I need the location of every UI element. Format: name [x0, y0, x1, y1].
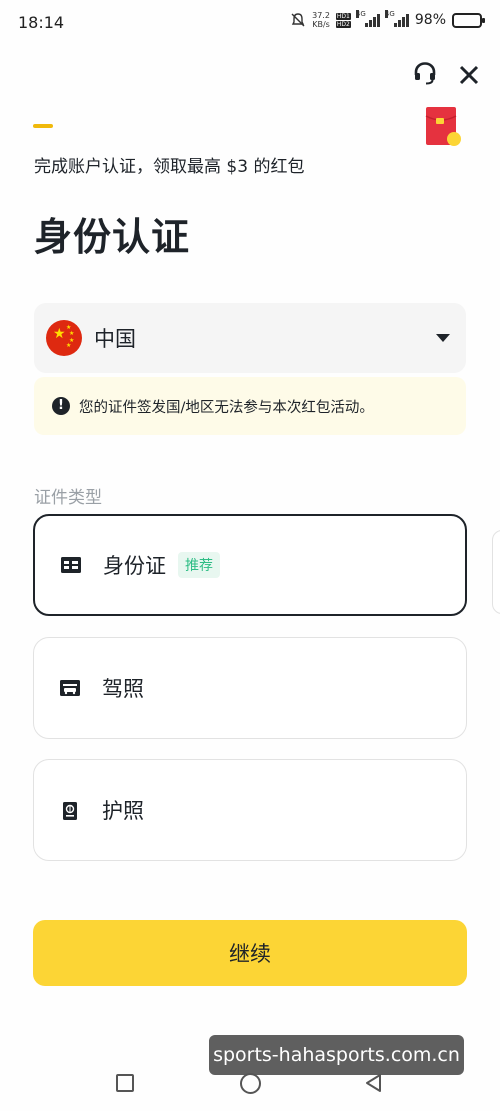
bell-off-icon [290, 12, 306, 28]
recommend-badge: 推荐 [178, 552, 220, 578]
warning-text: 您的证件签发国/地区无法参与本次红包活动。 [79, 399, 374, 416]
signal-2-label: 4G [384, 10, 395, 18]
status-icons: 37.2 KB/s HD1 HD2 4G 4G 98% [290, 10, 485, 29]
red-packet-icon[interactable] [424, 106, 462, 148]
continue-button[interactable]: 继续 [33, 920, 467, 986]
battery-percent: 98% [414, 12, 446, 28]
doc-option-label: 护照 [102, 799, 144, 823]
doc-option-driver-license[interactable]: 驾照 [33, 637, 467, 739]
side-edge-hint [492, 530, 500, 614]
doc-option-passport[interactable]: 护照 [33, 759, 467, 861]
headset-icon[interactable] [412, 60, 438, 86]
net-speed-unit: KB/s [312, 20, 330, 29]
close-icon[interactable] [456, 62, 482, 88]
signal-icon-2: 4G [384, 10, 409, 27]
signal-icon-1: 4G [355, 10, 380, 27]
recent-apps-icon[interactable] [116, 1074, 134, 1092]
doc-type-label: 证件类型 [34, 488, 102, 508]
battery-icon [452, 12, 485, 28]
net-speed-value: 37.2 [312, 11, 330, 20]
warning-notice: ! 您的证件签发国/地区无法参与本次红包活动。 [34, 377, 466, 435]
doc-option-label: 驾照 [102, 677, 144, 701]
status-time: 18:14 [18, 13, 65, 32]
alert-icon: ! [52, 397, 70, 415]
caret-down-icon [436, 334, 450, 342]
hd-badge: HD1 HD2 [335, 12, 351, 28]
driver-license-icon [60, 680, 80, 696]
china-flag-icon: ★ ★ ★ ★ ★ [46, 320, 82, 356]
watermark-text: sports-hahasports.com.cn [209, 1035, 464, 1075]
progress-indicator [33, 124, 53, 128]
hd2-label: HD2 [335, 20, 351, 28]
country-label: 中国 [94, 327, 136, 351]
net-speed: 37.2 KB/s [312, 11, 330, 29]
hd1-label: HD1 [335, 12, 351, 20]
promo-text: 完成账户认证，领取最高 $3 的红包 [34, 157, 305, 177]
doc-option-id-card[interactable]: 身份证 推荐 [33, 514, 467, 616]
passport-icon [60, 802, 80, 820]
home-icon[interactable] [240, 1073, 261, 1094]
doc-option-label: 身份证 [103, 554, 166, 578]
back-icon[interactable] [364, 1073, 384, 1093]
id-card-icon [61, 557, 81, 573]
country-select[interactable]: ★ ★ ★ ★ ★ 中国 [34, 303, 466, 373]
status-bar: 18:14 37.2 KB/s HD1 HD2 4G 4G 98% [0, 0, 500, 46]
page-title: 身份认证 [34, 215, 191, 259]
signal-1-label: 4G [355, 10, 366, 18]
